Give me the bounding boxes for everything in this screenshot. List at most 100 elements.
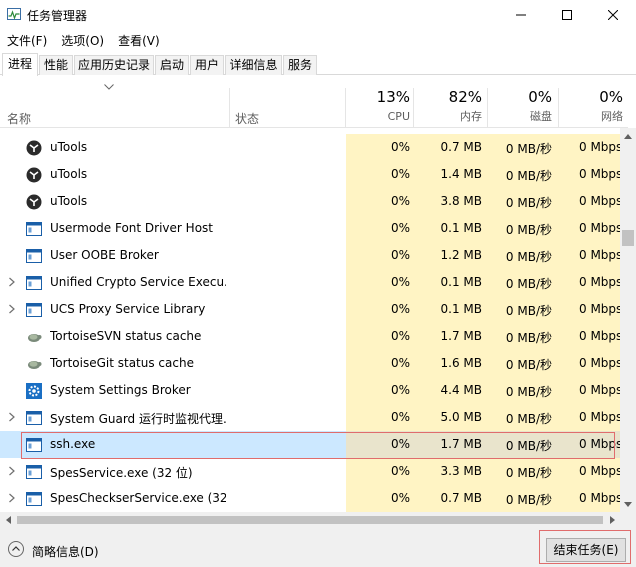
tab-app-history[interactable]: 应用历史记录 bbox=[74, 55, 154, 75]
expand-chevron-right-icon[interactable] bbox=[8, 493, 16, 503]
scroll-down-button[interactable] bbox=[620, 496, 636, 512]
disk-value: 0 MB/秒 bbox=[505, 250, 552, 264]
tab-services[interactable]: 服务 bbox=[283, 55, 317, 75]
process-row[interactable]: System Settings Broker 0% 4.4 MB 0 MB/秒 0 Mb… bbox=[0, 377, 620, 404]
column-disk[interactable]: 0% 磁盘 bbox=[488, 88, 552, 123]
column-cpu[interactable]: 13% CPU bbox=[346, 88, 410, 123]
fewer-details-button[interactable] bbox=[8, 541, 24, 557]
process-row[interactable]: SpesCheckserService.exe (32... 0% 0.7 MB 0 … bbox=[0, 485, 620, 512]
disk-value: 0 MB/秒 bbox=[505, 439, 552, 453]
minimize-button[interactable] bbox=[498, 0, 544, 30]
network-value: 0 Mbps bbox=[579, 275, 620, 289]
disk-value: 0 MB/秒 bbox=[505, 493, 552, 507]
process-row[interactable]: ssh.exe 0% 1.7 MB 0 MB/秒 0 Mbps bbox=[0, 431, 620, 458]
network-value: 0 Mbps bbox=[579, 410, 620, 424]
expand-chevron-right-icon[interactable] bbox=[8, 412, 16, 422]
cpu-value: 0% bbox=[390, 248, 410, 262]
tab-startup[interactable]: 启动 bbox=[155, 55, 189, 75]
cpu-value: 0% bbox=[390, 194, 410, 208]
cpu-value: 0% bbox=[390, 302, 410, 316]
cpu-value: 0% bbox=[390, 437, 410, 451]
column-status[interactable]: 状态 bbox=[235, 110, 259, 127]
tab-details[interactable]: 详细信息 bbox=[225, 55, 282, 75]
menu-options[interactable]: 选项(O) bbox=[54, 30, 111, 50]
tab-processes[interactable]: 进程 bbox=[2, 53, 38, 76]
close-icon bbox=[608, 10, 618, 20]
disk-value: 0 MB/秒 bbox=[505, 331, 552, 345]
window-title: 任务管理器 bbox=[27, 9, 88, 23]
memory-value: 0.7 MB bbox=[440, 140, 482, 154]
fewer-details-label[interactable]: 简略信息(D) bbox=[32, 543, 99, 560]
process-name: UCS Proxy Service Library bbox=[50, 302, 206, 316]
close-button[interactable] bbox=[590, 0, 636, 30]
tab-performance[interactable]: 性能 bbox=[39, 55, 73, 75]
process-row[interactable]: System Guard 运行时监视代理... 0% 5.0 MB 0 MB/秒 0 M… bbox=[0, 404, 620, 431]
tortoise-icon bbox=[28, 361, 42, 369]
disk-value: 0 MB/秒 bbox=[505, 412, 552, 426]
process-name: ssh.exe bbox=[50, 437, 96, 451]
process-row[interactable]: TortoiseSVN status cache 0% 1.7 MB 0 MB/秒 0 … bbox=[0, 323, 620, 350]
maximize-button[interactable] bbox=[544, 0, 590, 30]
scroll-corner bbox=[620, 512, 636, 528]
scroll-right-button[interactable] bbox=[604, 512, 620, 528]
column-memory[interactable]: 82% 内存 bbox=[414, 88, 482, 123]
scroll-right-icon bbox=[609, 516, 615, 524]
expand-chevron-right-icon[interactable] bbox=[8, 466, 16, 476]
process-row[interactable]: uTools 0% 3.8 MB 0 MB/秒 0 Mbps bbox=[0, 188, 620, 215]
scroll-up-button[interactable] bbox=[620, 128, 636, 144]
process-name: Usermode Font Driver Host bbox=[50, 221, 213, 235]
column-name[interactable]: 名称 bbox=[7, 110, 31, 127]
process-row[interactable]: uTools 0% 1.4 MB 0 MB/秒 0 Mbps bbox=[0, 161, 620, 188]
process-row[interactable]: Usermode Font Driver Host 0% 0.1 MB 0 MB/秒 0… bbox=[0, 215, 620, 242]
disk-value: 0 MB/秒 bbox=[505, 196, 552, 210]
disk-value: 0 MB/秒 bbox=[505, 385, 552, 399]
process-row[interactable]: TortoiseGit status cache 0% 1.6 MB 0 MB/秒 0 … bbox=[0, 350, 620, 377]
disk-label: 磁盘 bbox=[530, 110, 552, 123]
expand-chevron-right-icon[interactable] bbox=[8, 277, 16, 287]
end-task-button[interactable]: 结束任务(E) bbox=[546, 538, 626, 562]
network-value: 0 Mbps bbox=[579, 329, 620, 343]
column-network[interactable]: 0% 网络 bbox=[559, 88, 623, 123]
horizontal-scroll-thumb[interactable] bbox=[17, 516, 603, 524]
cpu-value: 0% bbox=[390, 410, 410, 424]
cpu-value: 0% bbox=[390, 329, 410, 343]
process-row[interactable]: Unified Crypto Service Execu... 0% 0.1 MB 0… bbox=[0, 269, 620, 296]
disk-total-percent: 0% bbox=[528, 88, 552, 106]
process-name: uTools bbox=[50, 140, 88, 154]
cpu-value: 0% bbox=[390, 464, 410, 478]
cpu-value: 0% bbox=[390, 221, 410, 235]
process-name: SpesCheckserService.exe (32... bbox=[50, 491, 226, 505]
process-name: System Guard 运行时监视代理... bbox=[50, 412, 226, 426]
disk-value: 0 MB/秒 bbox=[505, 466, 552, 480]
process-row[interactable]: UCS Proxy Service Library 0% 0.1 MB 0 MB/秒 0… bbox=[0, 296, 620, 323]
tab-users[interactable]: 用户 bbox=[190, 55, 224, 75]
vertical-scroll-thumb[interactable] bbox=[622, 230, 634, 246]
process-window-icon bbox=[26, 465, 42, 479]
process-row[interactable]: User OOBE Broker 0% 1.2 MB 0 MB/秒 0 Mbps bbox=[0, 242, 620, 269]
process-row[interactable]: SpesService.exe (32 位) 0% 3.3 MB 0 MB/秒 0 Mb… bbox=[0, 458, 620, 485]
memory-value: 1.2 MB bbox=[440, 248, 482, 262]
menu-view[interactable]: 查看(V) bbox=[111, 30, 167, 50]
vertical-scrollbar[interactable] bbox=[620, 128, 636, 512]
chevron-up-icon bbox=[12, 546, 20, 551]
process-list: uTools 0% 0.7 MB 0 MB/秒 0 Mbps uTools 0% 1.4 MB… bbox=[0, 134, 620, 512]
memory-value: 1.7 MB bbox=[440, 329, 482, 343]
cpu-value: 0% bbox=[390, 491, 410, 505]
settings-gear-icon bbox=[26, 383, 42, 399]
network-value: 0 Mbps bbox=[579, 491, 620, 505]
network-value: 0 Mbps bbox=[579, 221, 620, 235]
process-name: uTools bbox=[50, 194, 88, 208]
memory-value: 0.1 MB bbox=[440, 275, 482, 289]
sort-chevron-down-icon[interactable] bbox=[104, 84, 114, 90]
memory-value: 3.3 MB bbox=[440, 464, 482, 478]
tortoise-icon bbox=[28, 334, 42, 342]
scroll-left-icon bbox=[5, 516, 11, 524]
scroll-left-button[interactable] bbox=[0, 512, 16, 528]
menu-file[interactable]: 文件(F) bbox=[0, 30, 54, 50]
tab-strip: 进程 性能 应用历史记录 启动 用户 详细信息 服务 bbox=[0, 53, 636, 76]
network-value: 0 Mbps bbox=[579, 248, 620, 262]
task-manager-app-icon bbox=[7, 8, 21, 20]
network-value: 0 Mbps bbox=[579, 140, 620, 154]
process-row[interactable]: uTools 0% 0.7 MB 0 MB/秒 0 Mbps bbox=[0, 134, 620, 161]
expand-chevron-right-icon[interactable] bbox=[8, 304, 16, 314]
